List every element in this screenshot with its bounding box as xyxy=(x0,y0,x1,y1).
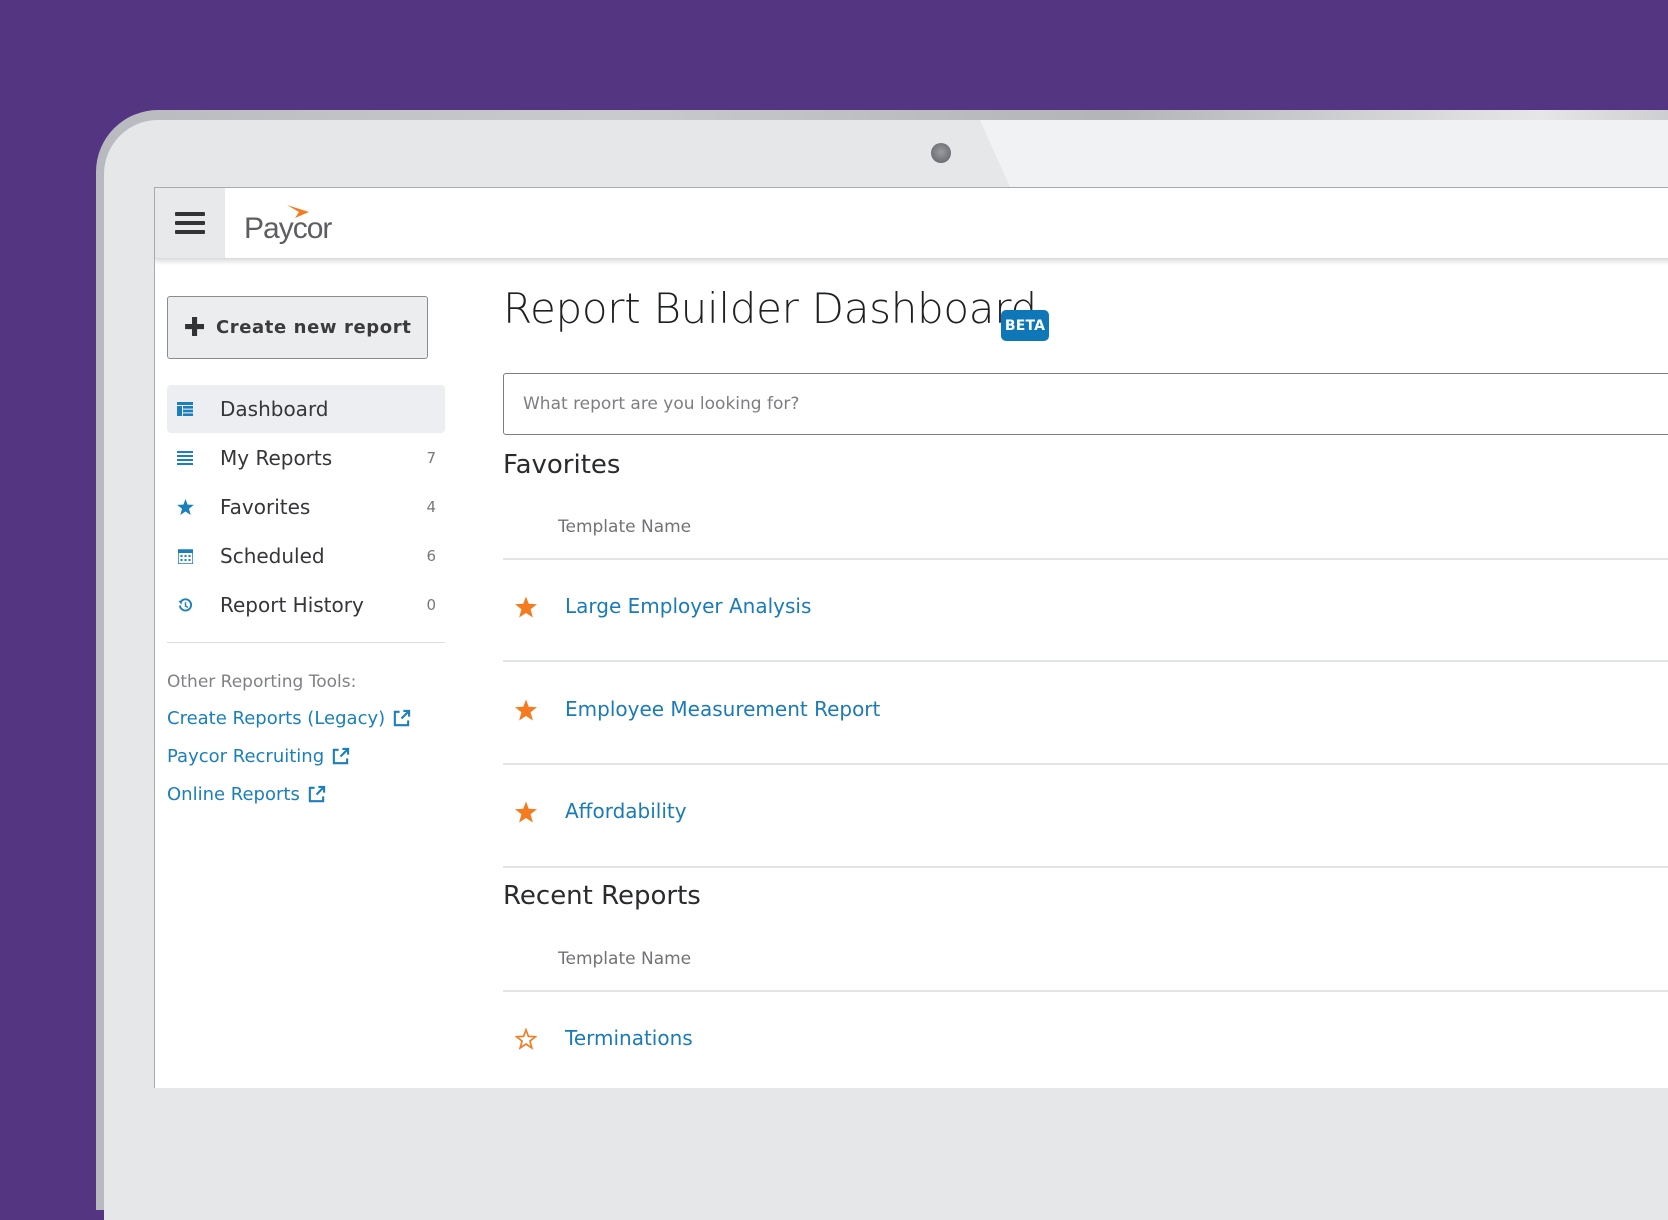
external-link-icon xyxy=(308,785,325,803)
row-divider xyxy=(503,866,1668,868)
report-link[interactable]: Affordability xyxy=(565,799,687,823)
webcam-icon xyxy=(931,143,951,163)
star-outline-icon[interactable] xyxy=(515,1028,537,1050)
beta-badge: BETA xyxy=(1001,310,1049,341)
history-icon xyxy=(176,596,194,614)
recent-header-divider xyxy=(503,990,1668,992)
row-divider xyxy=(503,660,1668,662)
link-label: Paycor Recruiting xyxy=(167,746,325,767)
sidebar-item-count: 6 xyxy=(426,547,436,565)
sidebar-item-count: 4 xyxy=(426,498,436,516)
recent-reports-heading: Recent Reports xyxy=(503,881,701,911)
link-online-reports[interactable]: Online Reports xyxy=(167,784,326,805)
star-filled-icon[interactable] xyxy=(515,596,537,618)
sidebar-item-count: 0 xyxy=(426,596,436,614)
sidebar-item-scheduled[interactable]: Scheduled 6 xyxy=(167,532,445,580)
sidebar-item-favorites[interactable]: Favorites 4 xyxy=(167,483,445,531)
create-new-report-label: Create new report xyxy=(215,317,412,338)
menu-button[interactable] xyxy=(155,188,225,258)
sidebar-item-count: 7 xyxy=(426,449,436,467)
report-link[interactable]: Terminations xyxy=(565,1026,693,1050)
page-title: Report Builder Dashboard xyxy=(503,284,1037,333)
favorites-heading: Favorites xyxy=(503,450,621,480)
sidebar-item-label: Dashboard xyxy=(220,397,329,421)
sidebar-item-label: My Reports xyxy=(220,446,333,470)
external-link-icon xyxy=(332,747,350,765)
logo-text: Paycor xyxy=(244,212,332,245)
top-bar: Paycor xyxy=(155,188,1668,259)
plus-icon: ✚ xyxy=(183,312,206,343)
star-filled-icon[interactable] xyxy=(515,801,537,823)
list-icon xyxy=(176,449,194,467)
sidebar-item-dashboard[interactable]: Dashboard xyxy=(167,385,445,433)
bezel-glare xyxy=(980,120,1668,187)
star-icon xyxy=(176,498,194,516)
other-reporting-tools-label: Other Reporting Tools: xyxy=(167,672,357,692)
report-link[interactable]: Employee Measurement Report xyxy=(565,697,880,721)
sidebar-item-report-history[interactable]: Report History 0 xyxy=(167,581,445,629)
link-label: Create Reports (Legacy) xyxy=(167,708,386,729)
recent-column-header-template-name[interactable]: Template Name xyxy=(558,949,691,969)
sidebar-item-label: Favorites xyxy=(220,495,311,519)
sidebar-nav: Dashboard My Reports 7 Favorites 4 Sched… xyxy=(167,385,445,630)
report-link[interactable]: Large Employer Analysis xyxy=(565,594,811,618)
create-new-report-button[interactable]: ✚ Create new report xyxy=(167,296,428,359)
sidebar-item-label: Report History xyxy=(220,593,364,617)
link-create-reports-legacy[interactable]: Create Reports (Legacy) xyxy=(167,708,411,729)
link-paycor-recruiting[interactable]: Paycor Recruiting xyxy=(167,746,350,767)
report-search-input[interactable] xyxy=(503,373,1668,435)
dashboard-icon xyxy=(176,400,194,418)
row-divider xyxy=(503,763,1668,765)
sidebar-divider xyxy=(167,642,445,643)
favorites-column-header-template-name[interactable]: Template Name xyxy=(558,517,691,537)
link-label: Online Reports xyxy=(167,784,300,805)
hamburger-icon xyxy=(175,212,205,234)
app-screen: Paycor ✚ Create new report Dashboard My … xyxy=(154,187,1668,1088)
sidebar-item-my-reports[interactable]: My Reports 7 xyxy=(167,434,445,482)
favorites-header-divider xyxy=(503,558,1668,560)
star-filled-icon[interactable] xyxy=(515,699,537,721)
sidebar-item-label: Scheduled xyxy=(220,544,325,568)
external-link-icon xyxy=(393,709,411,727)
calendar-icon xyxy=(176,547,194,565)
